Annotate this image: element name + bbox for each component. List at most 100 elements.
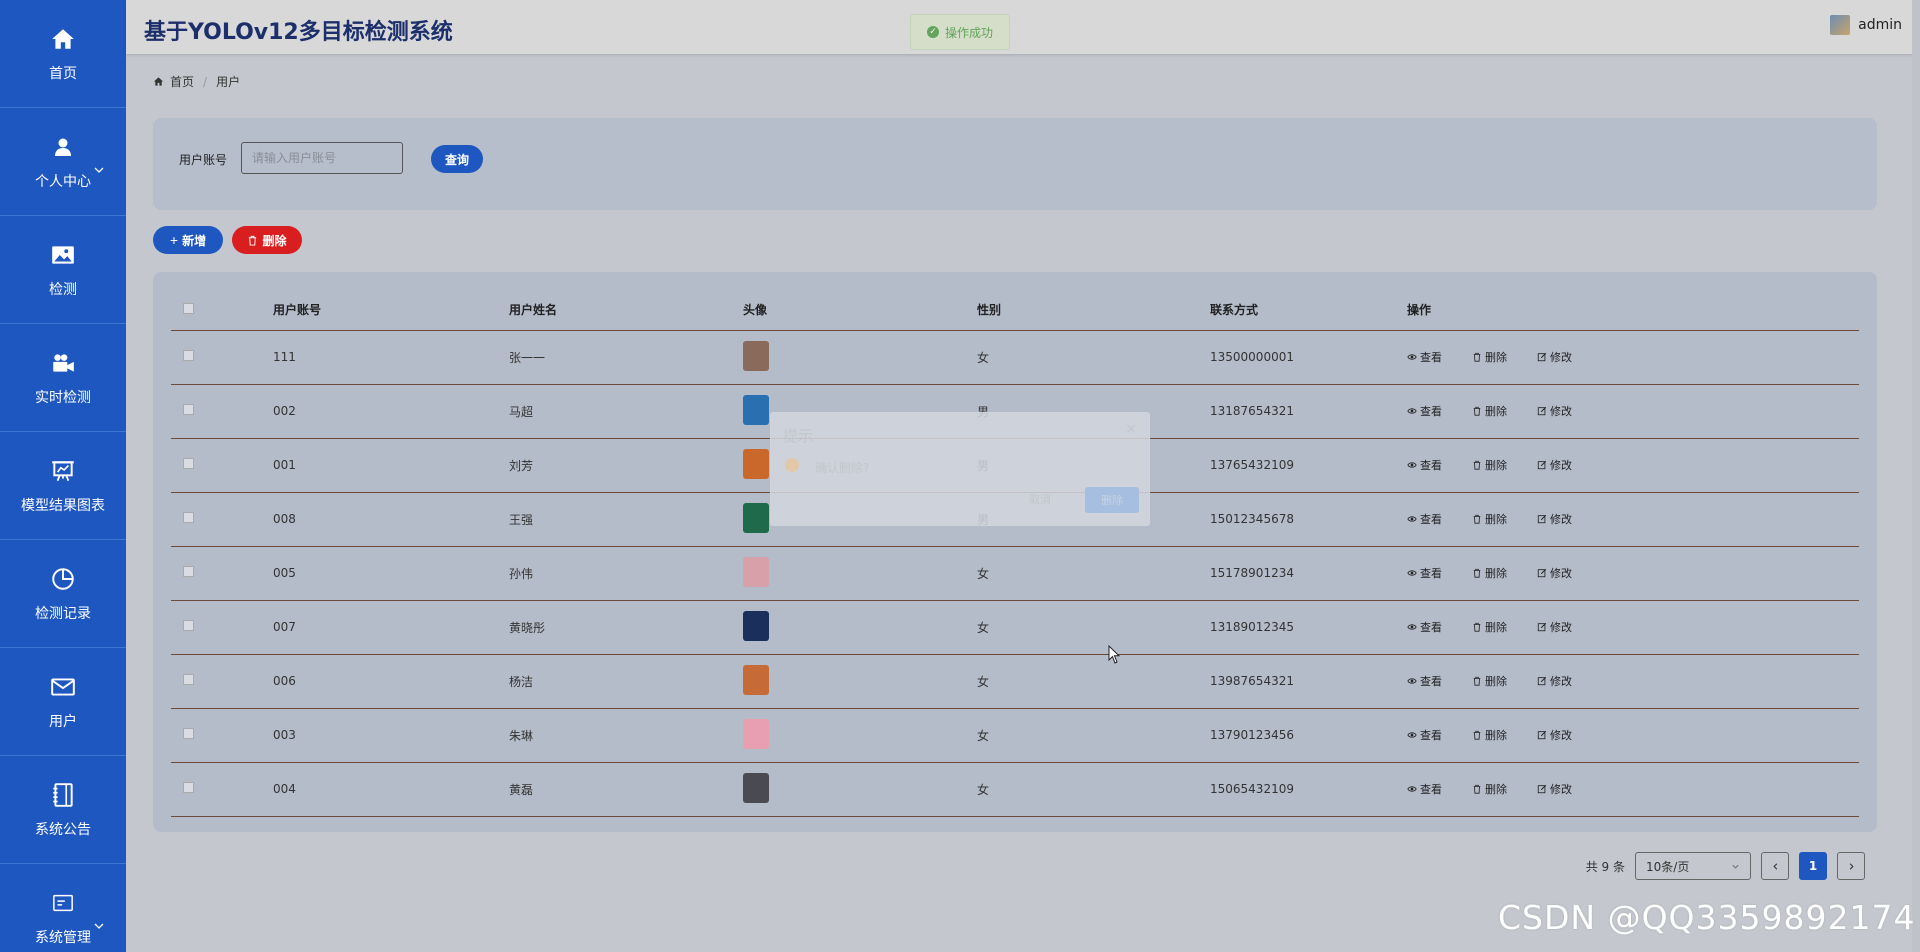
row-view-button[interactable]: 查看 (1407, 781, 1442, 797)
row-checkbox[interactable] (183, 728, 194, 739)
sidebar-item-realtime[interactable]: 实时检测 (0, 324, 126, 432)
row-view-button[interactable]: 查看 (1407, 619, 1442, 635)
sidebar-item-label: 实时检测 (35, 389, 91, 406)
row-view-button[interactable]: 查看 (1407, 727, 1442, 743)
edit-icon (1537, 730, 1547, 740)
row-delete-button[interactable]: 删除 (1472, 457, 1507, 473)
row-delete-button[interactable]: 删除 (1472, 511, 1507, 527)
row-edit-label: 修改 (1550, 513, 1572, 526)
row-select-cell (171, 546, 273, 601)
avatar[interactable] (743, 394, 769, 425)
confirm-dialog: 提示 × 确认删除? 取消 删除 (770, 412, 1150, 526)
row-delete-button[interactable]: 删除 (1472, 565, 1507, 581)
dialog-confirm-button[interactable]: 删除 (1085, 487, 1139, 513)
header: 基于YOLOv12多目标检测系统 admin (126, 0, 1920, 54)
cell-account: 002 (273, 384, 509, 439)
row-actions: 查看 删除 修改 (1407, 349, 1859, 365)
row-view-button[interactable]: 查看 (1407, 673, 1442, 689)
breadcrumb-separator: / (203, 74, 208, 89)
breadcrumb-home[interactable]: 首页 (170, 73, 194, 90)
avatar[interactable] (743, 772, 769, 803)
sidebar-item-home[interactable]: 首页 (0, 0, 126, 108)
row-checkbox[interactable] (183, 566, 194, 577)
cell-actions: 查看 删除 修改 (1407, 708, 1859, 763)
row-edit-button[interactable]: 修改 (1537, 457, 1572, 473)
row-actions: 查看 删除 修改 (1407, 673, 1859, 689)
row-edit-button[interactable]: 修改 (1537, 403, 1572, 419)
table-header-row: 用户账号 用户姓名 头像 性别 联系方式 操作 (171, 290, 1859, 331)
row-checkbox[interactable] (183, 350, 194, 361)
sidebar-item-model-charts[interactable]: 模型结果图表 (0, 432, 126, 540)
avatar[interactable] (743, 340, 769, 371)
row-edit-button[interactable]: 修改 (1537, 619, 1572, 635)
next-page-button[interactable] (1837, 852, 1865, 880)
row-view-button[interactable]: 查看 (1407, 349, 1442, 365)
batch-delete-button[interactable]: 删除 (232, 226, 302, 254)
row-view-button[interactable]: 查看 (1407, 511, 1442, 527)
row-view-button[interactable]: 查看 (1407, 565, 1442, 581)
row-edit-button[interactable]: 修改 (1537, 511, 1572, 527)
row-checkbox[interactable] (183, 674, 194, 685)
cell-phone: 15065432109 (1210, 762, 1407, 817)
sidebar-item-system[interactable]: 系统管理 (0, 864, 126, 952)
sidebar-item-users[interactable]: 用户 (0, 648, 126, 756)
toast-message: 操作成功 (944, 25, 993, 40)
add-button-label: 新增 (182, 233, 207, 248)
dialog-cancel-button[interactable]: 取消 (1029, 491, 1051, 507)
row-delete-label: 删除 (1485, 783, 1507, 796)
row-checkbox[interactable] (183, 404, 194, 415)
avatar[interactable] (743, 664, 769, 695)
sidebar-item-profile[interactable]: 个人中心 (0, 108, 126, 216)
breadcrumb-current: 用户 (216, 75, 241, 89)
row-delete-button[interactable]: 删除 (1472, 727, 1507, 743)
page-size-select[interactable]: 10条/页 (1635, 852, 1751, 880)
row-checkbox[interactable] (183, 458, 194, 469)
row-edit-button[interactable]: 修改 (1537, 727, 1572, 743)
row-checkbox[interactable] (183, 782, 194, 793)
row-edit-button[interactable]: 修改 (1537, 781, 1572, 797)
row-view-button[interactable]: 查看 (1407, 403, 1442, 419)
notebook-icon (49, 781, 77, 809)
row-checkbox[interactable] (183, 620, 194, 631)
avatar[interactable] (743, 502, 769, 533)
table-row: 005 孙伟 女 15178901234 查看 删除 修改 (171, 546, 1859, 601)
row-delete-button[interactable]: 删除 (1472, 349, 1507, 365)
close-icon[interactable]: × (1125, 421, 1137, 437)
row-view-button[interactable]: 查看 (1407, 457, 1442, 473)
avatar[interactable] (743, 556, 769, 587)
row-delete-button[interactable]: 删除 (1472, 673, 1507, 689)
prev-page-button[interactable] (1761, 852, 1789, 880)
row-edit-button[interactable]: 修改 (1537, 349, 1572, 365)
search-input[interactable] (241, 142, 403, 174)
row-delete-label: 删除 (1485, 621, 1507, 634)
row-delete-button[interactable]: 删除 (1472, 781, 1507, 797)
user-menu[interactable]: admin (1830, 15, 1902, 35)
sidebar-item-records[interactable]: 检测记录 (0, 540, 126, 648)
search-panel: 用户账号 查询 (153, 118, 1877, 210)
cell-name: 孙伟 (509, 546, 743, 601)
table-row: 003 朱琳 女 13790123456 查看 删除 修改 (171, 708, 1859, 763)
row-checkbox[interactable] (183, 512, 194, 523)
trash-icon (249, 235, 257, 246)
select-all-checkbox[interactable] (183, 302, 194, 314)
row-edit-button[interactable]: 修改 (1537, 673, 1572, 689)
edit-icon (1537, 514, 1547, 524)
avatar[interactable] (743, 448, 769, 479)
sidebar-item-notices[interactable]: 系统公告 (0, 756, 126, 864)
query-button[interactable]: 查询 (431, 145, 483, 173)
sidebar-item-label: 系统公告 (35, 821, 91, 838)
row-edit-button[interactable]: 修改 (1537, 565, 1572, 581)
plus-icon: + (169, 232, 179, 248)
edit-icon (1537, 784, 1547, 794)
page-button-current[interactable]: 1 (1799, 852, 1827, 880)
page-scrollbar[interactable] (1912, 0, 1920, 952)
cell-actions: 查看 删除 修改 (1407, 330, 1859, 385)
avatar[interactable] (743, 610, 769, 641)
row-delete-button[interactable]: 删除 (1472, 403, 1507, 419)
avatar[interactable] (743, 718, 769, 749)
add-button[interactable]: + 新增 (153, 226, 223, 254)
app-title: 基于YOLOv12多目标检测系统 (144, 20, 453, 45)
cell-name: 杨洁 (509, 654, 743, 709)
sidebar-item-detect[interactable]: 检测 (0, 216, 126, 324)
row-delete-button[interactable]: 删除 (1472, 619, 1507, 635)
